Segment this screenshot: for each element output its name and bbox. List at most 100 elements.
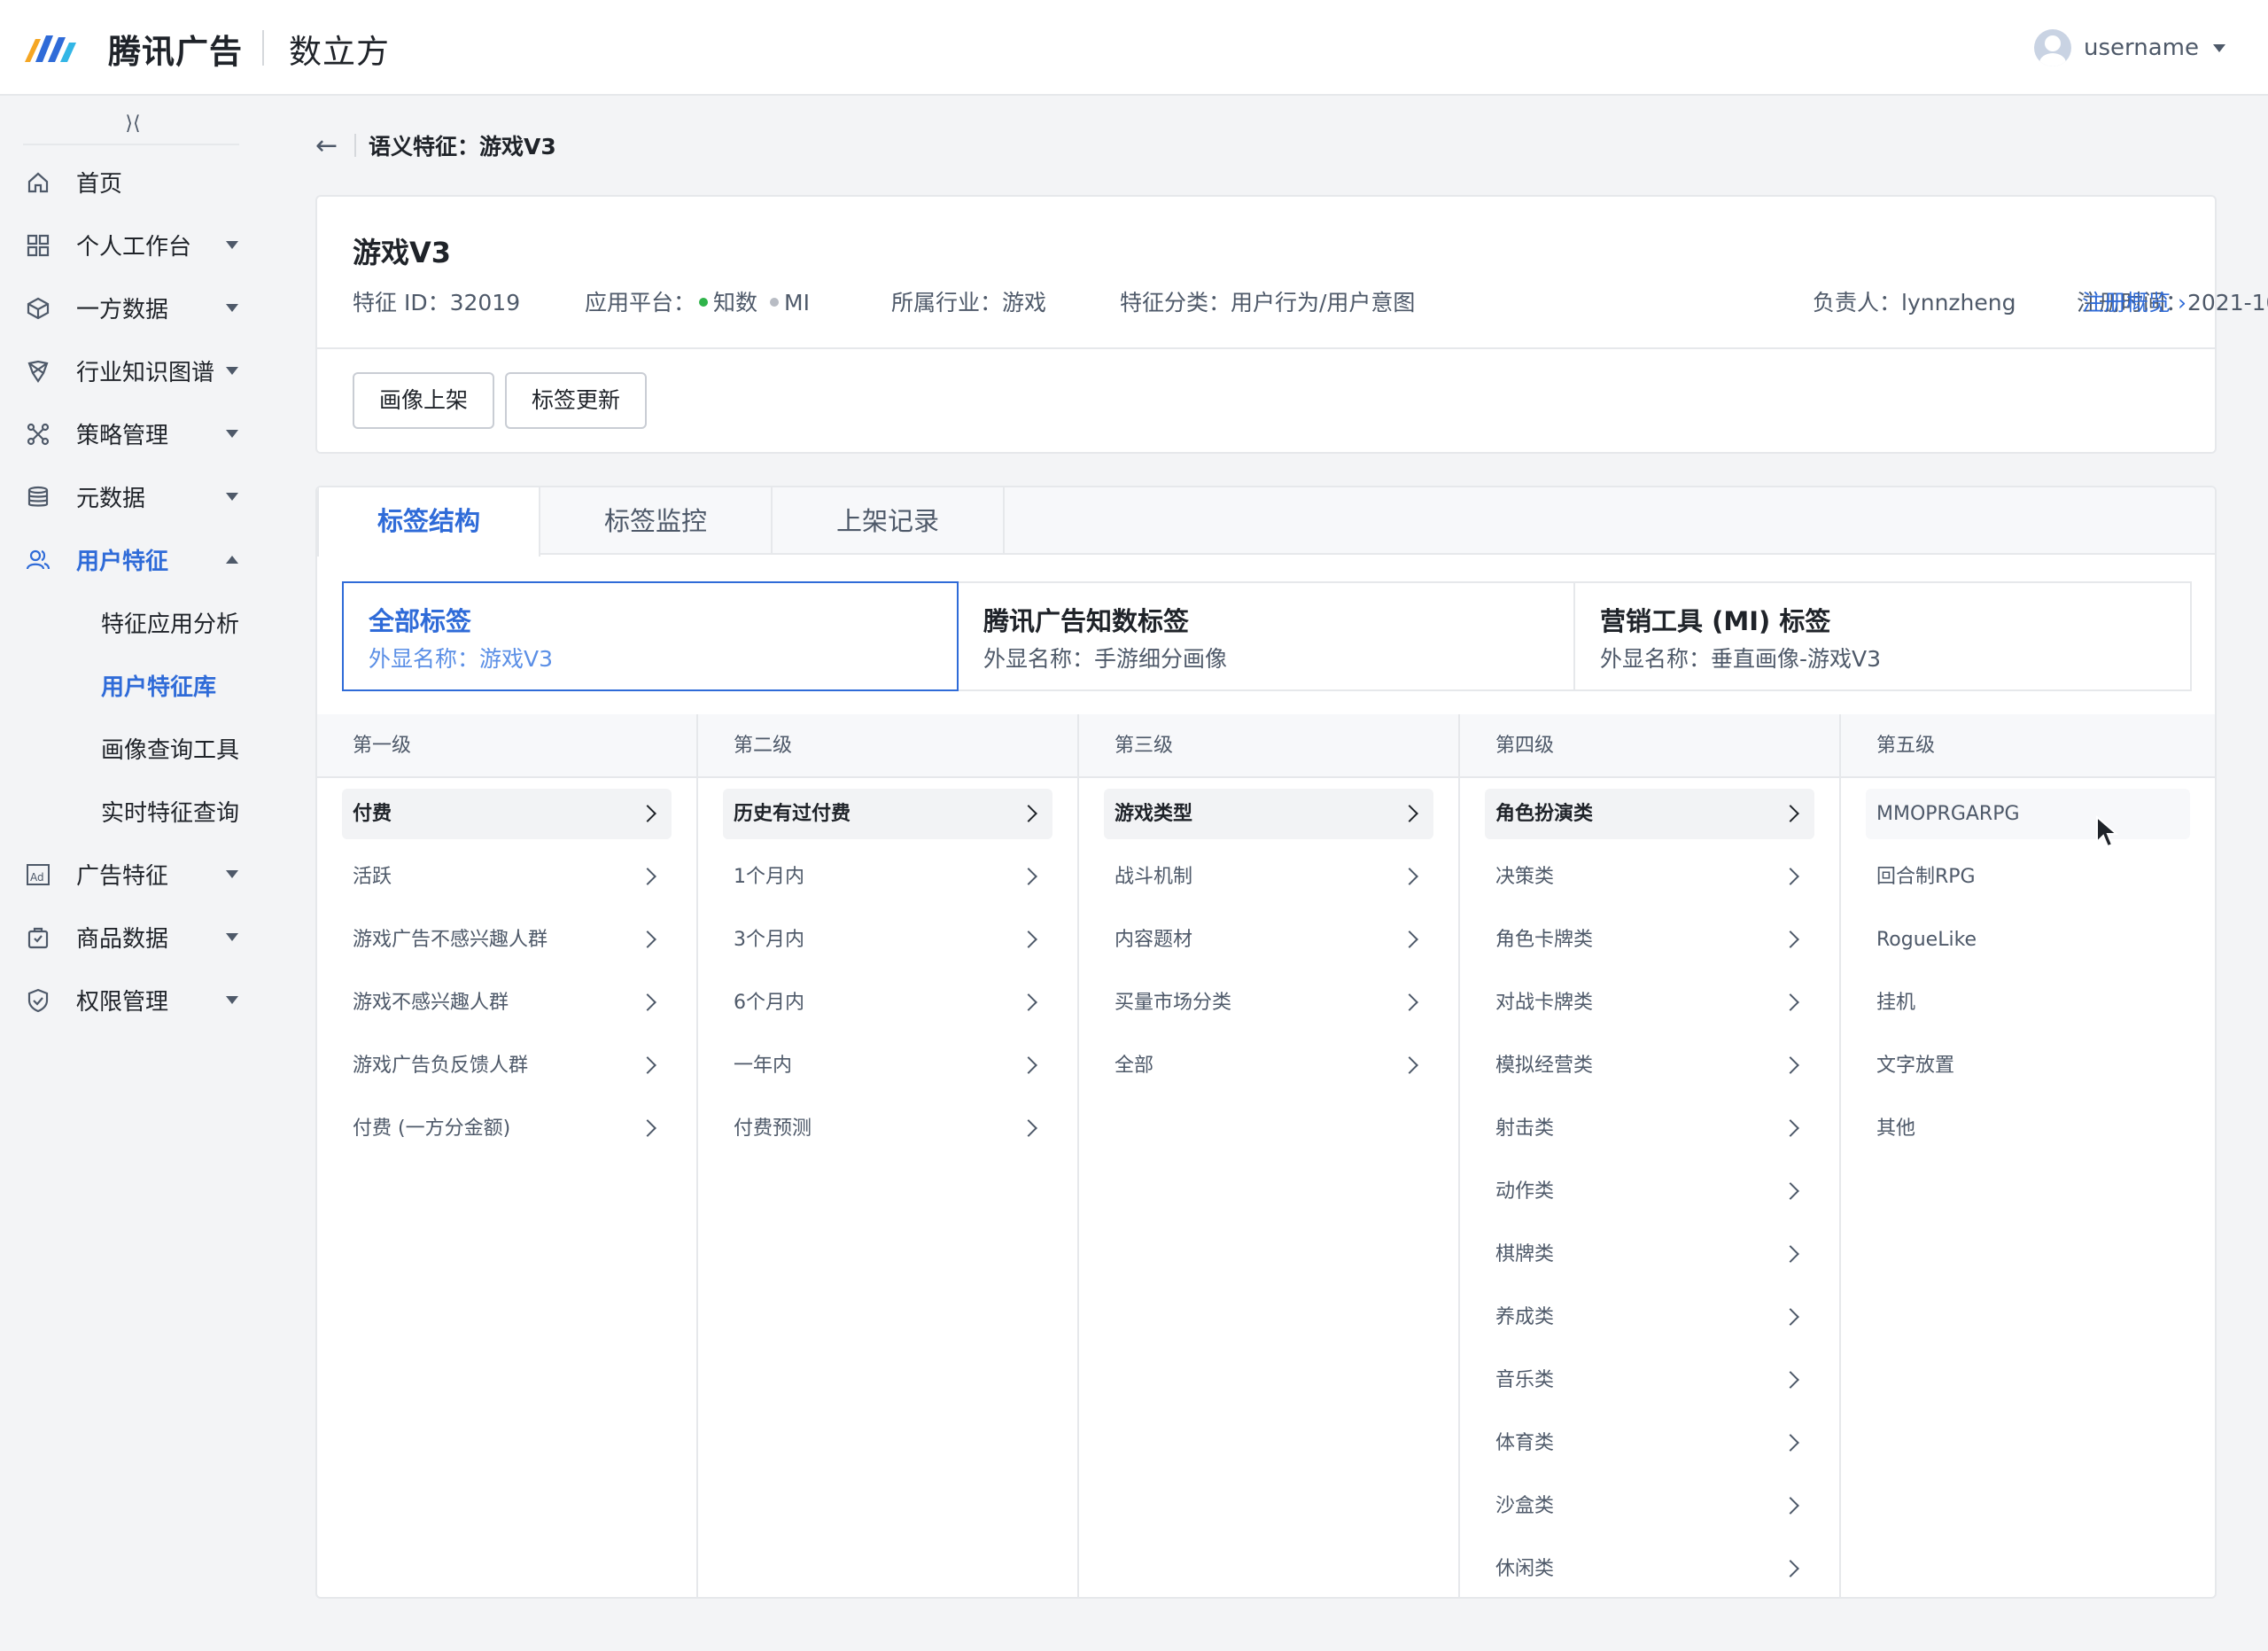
list-item[interactable]: 买量市场分类: [1104, 977, 1433, 1028]
level-list: 角色扮演类决策类角色卡牌类对战卡牌类模拟经营类射击类动作类棋牌类养成类音乐类体育…: [1460, 778, 1839, 1594]
chevron-right-icon: [639, 993, 656, 1011]
list-item[interactable]: 全部: [1104, 1040, 1433, 1091]
list-item-label: 付费预测: [734, 1118, 812, 1140]
list-item-label: 一年内: [734, 1055, 793, 1077]
list-item[interactable]: RogueLike: [1866, 915, 2190, 965]
list-item[interactable]: 一年内: [723, 1040, 1052, 1091]
list-item[interactable]: 动作类: [1485, 1166, 1814, 1217]
sidebar-item-label: 实时特征查询: [101, 800, 240, 827]
sidebar-subitem-feature-analysis[interactable]: 特征应用分析: [0, 591, 257, 654]
list-item[interactable]: 付费: [342, 789, 672, 839]
list-item[interactable]: 游戏广告负反馈人群: [342, 1040, 672, 1091]
list-item[interactable]: 付费 (一方分金额): [342, 1103, 672, 1154]
tab-tag-structure[interactable]: 标签结构: [317, 487, 540, 557]
sidebar-item-product-data[interactable]: 商品数据: [0, 906, 257, 969]
sidebar-item-first-party-data[interactable]: 一方数据: [0, 276, 257, 339]
sidebar: ⟩⟨ 首页 个人工作台 一方数据 行业知识图谱 策略管理 元数据 用户特征 特征…: [0, 97, 257, 1651]
user-menu[interactable]: username: [2034, 27, 2225, 69]
registration-overview-link[interactable]: 注册概览 ›: [2082, 285, 2186, 317]
feature-industry: 所属行业：游戏: [891, 290, 1047, 315]
list-item[interactable]: 游戏不感兴趣人群: [342, 977, 672, 1028]
list-item[interactable]: 游戏广告不感兴趣人群: [342, 915, 672, 965]
list-item[interactable]: 角色卡牌类: [1485, 915, 1814, 965]
sidebar-subitem-user-feature-library[interactable]: 用户特征库: [0, 654, 257, 717]
update-tags-button[interactable]: 标签更新: [505, 372, 648, 429]
level-2-column: 第二级 历史有过付费 1个月内 3个月内 6个月内 一年内 付费预测: [698, 714, 1079, 1597]
list-item[interactable]: 养成类: [1485, 1292, 1814, 1343]
list-item[interactable]: 休闲类: [1485, 1544, 1814, 1594]
sidebar-item-knowledge-graph[interactable]: 行业知识图谱: [0, 339, 257, 402]
feature-name: 游戏V3: [353, 236, 452, 269]
chevron-right-icon: [1782, 1371, 1799, 1389]
publish-portrait-button[interactable]: 画像上架: [353, 372, 495, 429]
sidebar-item-label: 用户特征: [76, 549, 169, 575]
source-mi-tags[interactable]: 营销工具 (MI) 标签 外显名称：垂直画像-游戏V3: [1575, 581, 2192, 691]
feature-owner: 负责人：lynnzheng: [1813, 290, 2016, 315]
list-item[interactable]: 历史有过付费: [723, 789, 1052, 839]
list-item[interactable]: 6个月内: [723, 977, 1052, 1028]
shield-icon: [25, 987, 51, 1014]
back-arrow-icon[interactable]: ←: [315, 130, 342, 161]
list-item[interactable]: 1个月内: [723, 852, 1052, 902]
level-header: 第四级: [1460, 714, 1839, 778]
tag-level-columns: 第一级 付费 活跃 游戏广告不感兴趣人群 游戏不感兴趣人群 游戏广告负反馈人群 付费 (一方…: [317, 714, 2215, 1597]
list-item[interactable]: 付费预测: [723, 1103, 1052, 1154]
list-item[interactable]: 体育类: [1485, 1418, 1814, 1468]
chevron-right-icon: [639, 1056, 656, 1074]
list-item[interactable]: 其他: [1866, 1103, 2190, 1154]
sidebar-item-strategy[interactable]: 策略管理: [0, 402, 257, 465]
list-item[interactable]: 沙盒类: [1485, 1481, 1814, 1531]
sidebar-item-home[interactable]: 首页: [0, 151, 257, 214]
list-item[interactable]: 战斗机制: [1104, 852, 1433, 902]
list-item[interactable]: 决策类: [1485, 852, 1814, 902]
sidebar-subitem-realtime-query[interactable]: 实时特征查询: [0, 780, 257, 843]
source-alias: 外显名称：手游细分画像: [983, 646, 1228, 672]
list-item[interactable]: 挂机: [1866, 977, 2190, 1028]
list-item[interactable]: 射击类: [1485, 1103, 1814, 1154]
source-name: 腾讯广告知数标签: [983, 606, 1190, 636]
source-alias: 外显名称：游戏V3: [369, 646, 554, 672]
ad-icon: Ad: [25, 861, 51, 888]
list-item-label: 挂机: [1876, 992, 1916, 1014]
list-item[interactable]: 模拟经营类: [1485, 1040, 1814, 1091]
list-item[interactable]: 回合制RPG: [1866, 852, 2190, 902]
chevron-right-icon: [1782, 1497, 1799, 1515]
list-item[interactable]: 文字放置: [1866, 1040, 2190, 1091]
sidebar-item-user-features[interactable]: 用户特征: [0, 528, 257, 591]
chevron-right-icon: [639, 868, 656, 885]
list-item[interactable]: 游戏类型: [1104, 789, 1433, 839]
header-divider: [262, 30, 264, 66]
level-5-column: 第五级 MMOPRGARPG 回合制RPG RogueLike 挂机 文字放置 其他: [1841, 714, 2215, 1597]
list-item[interactable]: 3个月内: [723, 915, 1052, 965]
chevron-right-icon: [639, 1119, 656, 1137]
tab-publish-records[interactable]: 上架记录: [773, 487, 1005, 555]
feature-category: 特征分类：用户行为/用户意图: [1120, 290, 1416, 315]
list-item[interactable]: 对战卡牌类: [1485, 977, 1814, 1028]
list-item-label: 1个月内: [734, 866, 804, 888]
sidebar-item-workbench[interactable]: 个人工作台: [0, 214, 257, 276]
list-item-label: 内容题材: [1115, 929, 1193, 951]
chevron-right-icon: [1401, 805, 1418, 822]
list-item[interactable]: 角色扮演类: [1485, 789, 1814, 839]
sidebar-subitem-portrait-query[interactable]: 画像查询工具: [0, 717, 257, 780]
tab-tag-monitoring[interactable]: 标签监控: [540, 487, 773, 555]
sidebar-item-ad-features[interactable]: Ad 广告特征: [0, 843, 257, 906]
list-item[interactable]: 音乐类: [1485, 1355, 1814, 1406]
username: username: [2084, 35, 2199, 61]
source-all-tags[interactable]: 全部标签 外显名称：游戏V3: [342, 581, 959, 691]
list-item[interactable]: 内容题材: [1104, 915, 1433, 965]
sidebar-item-metadata[interactable]: 元数据: [0, 465, 257, 528]
source-tencent-ads-tags[interactable]: 腾讯广告知数标签 外显名称：手游细分画像: [959, 581, 1575, 691]
list-item[interactable]: MMOPRGARPG: [1866, 789, 2190, 839]
chevron-down-icon: [226, 870, 238, 878]
list-item[interactable]: 活跃: [342, 852, 672, 902]
breadcrumb-divider: [354, 134, 356, 157]
chevron-right-icon: [1782, 1434, 1799, 1452]
list-item-label: 文字放置: [1876, 1055, 1955, 1077]
platform-a: 知数: [713, 290, 758, 315]
collapse-icon[interactable]: ⟩⟨: [119, 110, 147, 138]
sidebar-item-permissions[interactable]: 权限管理: [0, 969, 257, 1032]
tencent-ads-logo-icon[interactable]: [23, 30, 82, 66]
chevron-right-icon: [1782, 1182, 1799, 1200]
list-item[interactable]: 棋牌类: [1485, 1229, 1814, 1280]
